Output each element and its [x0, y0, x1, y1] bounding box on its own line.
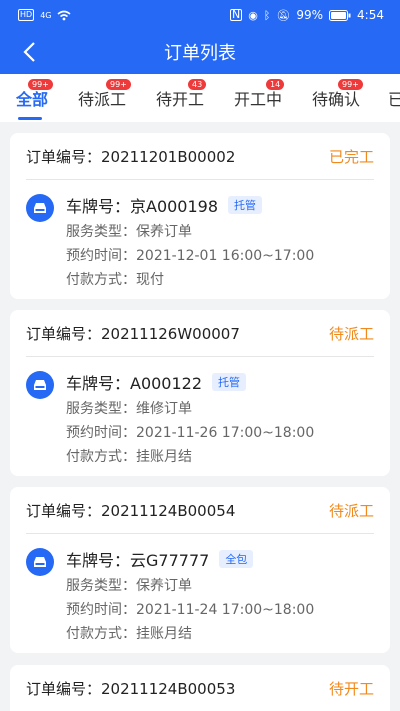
order-card[interactable]: 订单编号：20211201B00002 已完工 车牌号：京A000198 托管 …: [10, 133, 390, 299]
card-header: 订单编号：20211124B00054 待派工: [10, 487, 390, 533]
card-header: 订单编号：20211126W00007 待派工: [10, 310, 390, 356]
chevron-left-icon: [23, 42, 35, 62]
tab-badge: 99+: [338, 79, 363, 90]
appointment-time: 预约时间：2021-12-01 16:00~17:00: [66, 248, 315, 264]
back-button[interactable]: [14, 37, 44, 67]
mute-icon: 🔕︎: [276, 8, 291, 22]
battery-icon: [329, 9, 351, 21]
nfc-icon: N: [229, 8, 243, 21]
service-type: 服务类型：保养订单: [66, 578, 192, 594]
plate-row: 车牌号：京A000198 托管: [66, 190, 390, 220]
order-status: 待派工: [328, 324, 374, 343]
order-number: 订单编号：20211126W00007: [26, 324, 240, 343]
payment-method: 付款方式：挂账月结: [66, 626, 192, 642]
plate-row: 车牌号：A000122 托管: [66, 367, 390, 397]
order-number: 订单编号：20211201B00002: [26, 147, 236, 166]
status-bar: HD 4G N ◉ ᛒ 🔕︎ 99% 4:54: [0, 0, 400, 30]
bluetooth-icon: ᛒ: [263, 8, 271, 22]
order-card[interactable]: 订单编号：20211126W00007 待派工 车牌号：A000122 托管 服…: [10, 310, 390, 476]
order-tag: 托管: [212, 373, 247, 391]
order-status: 待派工: [328, 501, 374, 520]
order-status: 待开工: [328, 679, 374, 698]
card-body: 车牌号：京A000198 托管 服务类型：保养订单 预约时间：2021-12-0…: [10, 180, 390, 292]
plate-number: 车牌号：A000122: [66, 374, 203, 393]
order-card[interactable]: 订单编号：20211124B00053 待开工: [10, 665, 390, 711]
order-tag: 全包: [219, 550, 254, 568]
status-right: N ◉ ᛒ 🔕︎ 99% 4:54: [229, 8, 384, 22]
hd-icon: HD: [18, 9, 35, 21]
card-body: 车牌号：A000122 托管 服务类型：维修订单 预约时间：2021-11-26…: [10, 357, 390, 469]
card-header: 订单编号：20211201B00002 已完工: [10, 133, 390, 179]
vibrate-icon: ◉: [248, 8, 258, 22]
battery-label: 99%: [296, 8, 324, 22]
time-label: 4:54: [357, 8, 384, 22]
service-type: 服务类型：维修订单: [66, 401, 192, 417]
tab-underline: [18, 117, 42, 120]
nav-bar: 订单列表: [0, 30, 400, 74]
payment-method: 付款方式：现付: [66, 272, 164, 288]
tab-badge: 99+: [106, 79, 131, 90]
tab-label: 已: [388, 90, 400, 109]
appointment-time: 预约时间：2021-11-26 17:00~18:00: [66, 425, 315, 441]
status-left: HD 4G: [18, 9, 71, 21]
order-card[interactable]: 订单编号：20211124B00054 待派工 车牌号：云G77777 全包 服…: [10, 487, 390, 653]
page-title: 订单列表: [164, 43, 236, 64]
plate-number: 车牌号：京A000198: [66, 197, 219, 216]
tab-bar: 全部 99+ 待派工 99+ 待开工 43 开工中 14 待确认 99+ 已: [0, 74, 400, 122]
order-number: 订单编号：20211124B00054: [26, 501, 236, 520]
order-status: 已完工: [328, 147, 374, 166]
service-type: 服务类型：保养订单: [66, 224, 192, 240]
order-number: 订单编号：20211124B00053: [26, 679, 236, 698]
wifi-icon: [57, 10, 71, 20]
appointment-time: 预约时间：2021-11-24 17:00~18:00: [66, 602, 315, 618]
plate-row: 车牌号：云G77777 全包: [66, 544, 390, 574]
order-tag: 托管: [228, 196, 263, 214]
car-icon: [26, 194, 54, 222]
payment-method: 付款方式：挂账月结: [66, 449, 192, 465]
car-icon: [26, 371, 54, 399]
header-bar: HD 4G N ◉ ᛒ 🔕︎ 99% 4:54 订单列表: [0, 0, 400, 74]
car-icon: [26, 548, 54, 576]
tab-badge: 43: [188, 79, 207, 90]
tab-completed[interactable]: 已: [388, 74, 400, 122]
card-body: 车牌号：云G77777 全包 服务类型：保养订单 预约时间：2021-11-24…: [10, 534, 390, 646]
card-header: 订单编号：20211124B00053 待开工: [10, 665, 390, 711]
tab-badge: 14: [266, 79, 285, 90]
tab-badge: 99+: [28, 79, 53, 90]
network-label: 4G: [40, 10, 52, 20]
plate-number: 车牌号：云G77777: [66, 551, 210, 570]
